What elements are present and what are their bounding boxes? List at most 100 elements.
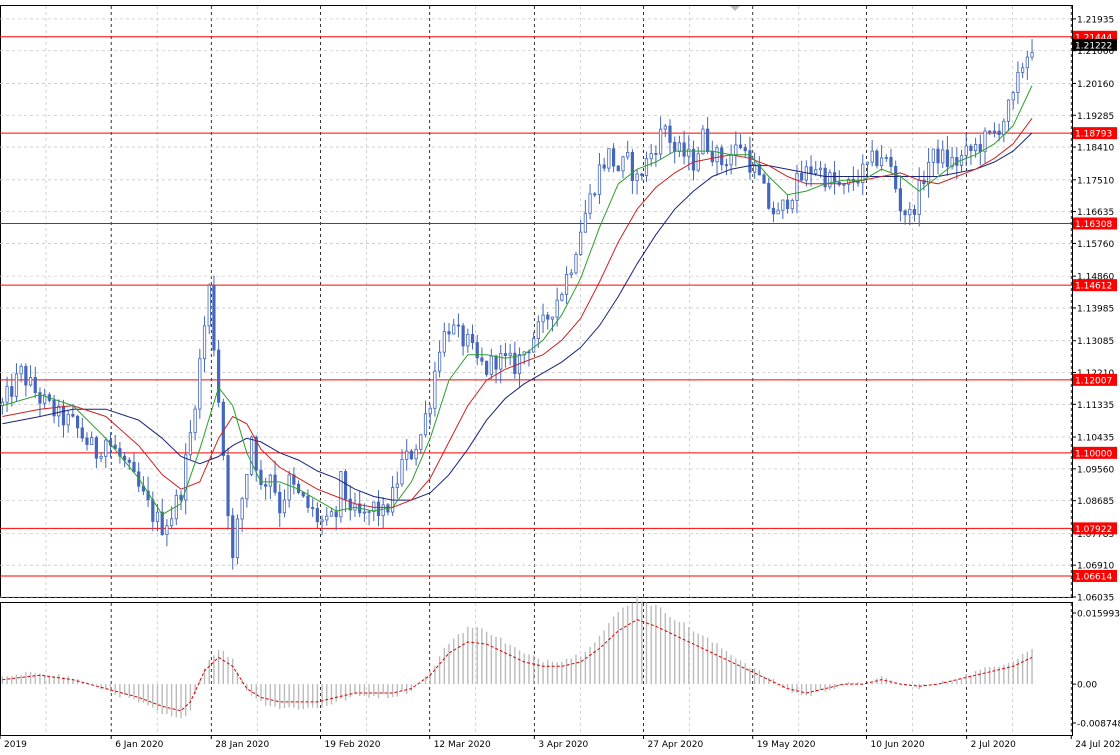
candle-body (428, 407, 432, 415)
price-level-label: 1.06614 (1075, 572, 1112, 582)
candle-body (588, 193, 592, 214)
candle-body (729, 154, 733, 166)
candle-body (306, 495, 310, 508)
candle-body (33, 377, 37, 393)
y-tick-label: 1.16635 (1077, 208, 1114, 218)
candle-body (165, 525, 169, 535)
candle-body (461, 325, 465, 347)
candle-body (579, 231, 583, 255)
y-tick-label: 1.09560 (1077, 465, 1114, 475)
candle-body (452, 324, 456, 335)
candle-body (381, 504, 385, 517)
candle-body (743, 147, 747, 152)
candle-body (508, 352, 512, 356)
candle-body (607, 148, 611, 169)
candle-body (287, 474, 291, 501)
y-tick-label: 1.13085 (1077, 337, 1114, 347)
candle-body (480, 357, 484, 362)
candle-body (179, 494, 183, 501)
candle-body (282, 499, 287, 514)
x-tick-label: 2019 (4, 740, 27, 750)
y-tick-label: 1.20160 (1077, 80, 1114, 90)
candle-body (334, 511, 338, 518)
candle-body (264, 484, 268, 487)
candle-body (748, 150, 752, 173)
candle-body (776, 209, 780, 215)
candle-body (696, 153, 700, 171)
time-axis: 2019 6 Jan 2020 28 Jan 2020 19 Feb 2020 12 M… (0, 735, 1120, 750)
candle-body (188, 432, 193, 456)
candle-body (597, 164, 602, 195)
candle-body (560, 293, 564, 301)
candle-body (226, 455, 230, 517)
candle-body (964, 145, 968, 156)
candle-body (475, 342, 479, 359)
candle-body (311, 507, 315, 509)
forex-chart[interactable]: 1.219351.210601.201601.192851.184101.175… (0, 0, 1120, 755)
candle-body (668, 125, 672, 143)
candle-body (160, 511, 164, 535)
candle-body (442, 331, 446, 353)
candle-body (1021, 67, 1025, 73)
x-tick-label: 24 Jul 2020 (1075, 740, 1120, 750)
candle-body (969, 145, 973, 152)
candle-body (38, 392, 42, 404)
candle-body (781, 199, 785, 211)
candle-body (879, 157, 884, 167)
candle-body (80, 427, 84, 439)
candle-body (456, 324, 461, 327)
candle-body (875, 150, 879, 167)
candle-body (212, 284, 216, 351)
candle-body (85, 437, 89, 445)
candle-body (701, 128, 705, 155)
candle-body (170, 518, 174, 527)
indicator-panel[interactable] (0, 602, 1073, 736)
candle-body (616, 165, 620, 172)
candle-body (362, 511, 366, 514)
candle-body (329, 511, 334, 517)
indicator-tick-label: 0.015993 (1077, 610, 1120, 620)
candle-body (602, 164, 606, 169)
x-tick-label: 28 Jan 2020 (215, 740, 269, 750)
candle-body (814, 169, 818, 174)
candle-body (14, 373, 19, 397)
candle-body (767, 182, 771, 209)
candle-body (489, 355, 493, 375)
candle-body (207, 284, 211, 327)
candle-body (762, 174, 766, 184)
candle-body (663, 125, 667, 130)
y-tick-label: 1.08685 (1077, 497, 1114, 507)
candle-body (376, 501, 381, 517)
candle-body (546, 314, 550, 320)
candle-body (555, 299, 559, 318)
candle-body (677, 142, 682, 152)
price-axis: 1.219351.210601.201601.192851.184101.175… (1072, 15, 1114, 604)
candle-body (673, 141, 677, 152)
main-price-panel[interactable] (0, 5, 1073, 598)
candle-body (978, 144, 982, 153)
candle-body (800, 172, 804, 181)
candle-body (503, 353, 508, 356)
candle-body (856, 181, 860, 184)
candle-body (908, 208, 912, 216)
candle-body (193, 408, 197, 434)
candle-body (5, 386, 9, 403)
candle-body (593, 193, 597, 196)
candle-body (658, 128, 663, 155)
candle-body (395, 483, 399, 488)
candle-body (710, 151, 714, 163)
candle-body (941, 149, 945, 164)
candle-body (24, 366, 28, 386)
candle-body (259, 469, 263, 486)
candle-body (66, 413, 70, 426)
candle-body (682, 142, 686, 157)
candle-body (640, 173, 644, 176)
candle-body (409, 450, 414, 460)
candle-body (405, 450, 409, 460)
candle-body (245, 474, 249, 500)
candle-body (818, 167, 823, 171)
candle-body (1006, 99, 1011, 122)
candle-body (217, 349, 221, 403)
candle-body (231, 515, 235, 558)
candle-body (268, 474, 272, 487)
